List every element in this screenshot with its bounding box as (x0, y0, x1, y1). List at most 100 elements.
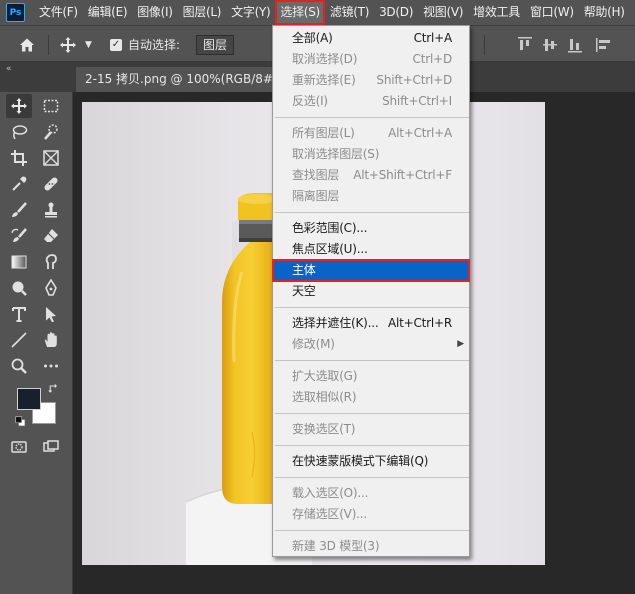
select-menu-item: 查找图层 Alt+Shift+Ctrl+F (273, 165, 469, 186)
clone-stamp-icon[interactable] (38, 198, 64, 222)
menu-item-label: 重新选择(E) (292, 73, 356, 87)
menu-1[interactable]: 编辑(E) (83, 0, 132, 25)
select-menu-item[interactable]: 选择并遮住(K)... Alt+Ctrl+R (273, 313, 469, 334)
menu-5[interactable]: 选择(S) (275, 0, 325, 25)
menu-item-label: 所有图层(L) (292, 126, 355, 140)
align-left-icon[interactable] (596, 26, 612, 63)
menu-item-label: 取消选择(D) (292, 52, 358, 66)
menu-item-label: 反选(I) (292, 94, 328, 108)
foreground-color-swatch[interactable] (17, 388, 41, 410)
select-menu-item[interactable]: 焦点区域(U)... (273, 239, 469, 260)
select-menu-item: 重新选择(E) Shift+Ctrl+D (273, 70, 469, 91)
quick-mask-icon[interactable] (6, 435, 32, 459)
menu-separator (275, 477, 469, 478)
select-menu-item: 隔离图层 (273, 186, 469, 207)
dodge-tool-icon[interactable] (6, 276, 32, 300)
line-tool-icon[interactable] (6, 328, 32, 352)
check-icon: ✓ (110, 38, 122, 51)
menu-item-label: 在快速蒙版模式下编辑(Q) (292, 454, 429, 468)
lasso-tool-icon[interactable] (6, 120, 32, 144)
auto-select-target-dropdown[interactable]: 图层 (196, 34, 235, 55)
screen-mode-icon[interactable] (38, 435, 64, 459)
menu-item-label: 隔离图层 (292, 189, 340, 203)
select-menu-item: 载入选区(O)... (273, 483, 469, 504)
menu-0[interactable]: 文件(F) (34, 0, 83, 25)
menu-item-label: 新建 3D 模型(3) (292, 539, 380, 553)
select-menu-item: 取消选择(D) Ctrl+D (273, 49, 469, 70)
menu-4[interactable]: 文字(Y) (226, 0, 275, 25)
collapse-panel-icon[interactable]: « (6, 64, 12, 74)
menu-item-label: 主体 (292, 263, 316, 277)
menu-separator (275, 307, 469, 308)
select-menu-item: 新建 3D 模型(3) (273, 536, 469, 557)
menu-item-shortcut: Shift+Ctrl+I (382, 94, 452, 108)
menu-9[interactable]: 增效工具 (468, 0, 525, 25)
menu-item-label: 选取相似(R) (292, 390, 357, 404)
path-selection-icon[interactable] (38, 302, 64, 326)
home-icon[interactable] (18, 26, 36, 63)
menu-item-shortcut: Alt+Ctrl+R (387, 316, 452, 330)
document-tab[interactable]: 2-15 拷贝.png @ 100%(RGB/8#) (76, 67, 286, 92)
menu-item-shortcut: Ctrl+D (412, 52, 453, 66)
select-menu-item: 取消选择图层(S) (273, 144, 469, 165)
menu-item-label: 取消选择图层(S) (292, 147, 380, 161)
more-tools-icon[interactable] (38, 354, 64, 378)
menu-3[interactable]: 图层(L) (178, 0, 227, 25)
menu-separator (275, 117, 469, 118)
menu-item-label: 载入选区(O)... (292, 486, 369, 500)
history-brush-icon[interactable] (6, 224, 32, 248)
brush-tool-icon[interactable] (6, 198, 32, 222)
pen-tool-icon[interactable] (38, 276, 64, 300)
select-menu-item: 反选(I) Shift+Ctrl+I (273, 91, 469, 112)
gradient-tool-icon[interactable] (6, 250, 32, 274)
crop-tool-icon[interactable] (6, 146, 32, 170)
menu-11[interactable]: 帮助(H) (579, 0, 630, 25)
auto-select-checkbox[interactable]: ✓ (110, 26, 122, 63)
select-menu-item[interactable]: 主体 (272, 259, 470, 282)
spot-healing-brush-icon[interactable] (38, 172, 64, 196)
menu-item-shortcut: Alt+Shift+Ctrl+F (353, 168, 452, 182)
menu-item-label: 扩大选取(G) (292, 369, 358, 383)
menu-item-shortcut: Alt+Ctrl+A (388, 126, 452, 140)
auto-select-label: 自动选择: (128, 38, 181, 52)
quick-selection-icon[interactable] (38, 120, 64, 144)
smudge-tool-icon[interactable] (38, 250, 64, 274)
frame-tool-icon[interactable] (38, 146, 64, 170)
align-bottom-icon[interactable] (568, 26, 582, 63)
menu-item-label: 色彩范围(C)... (292, 221, 368, 235)
menu-separator (275, 413, 469, 414)
menu-bar: Ps 文件(F) 编辑(E) 图像(I) 图层(L) 文字(Y) 选择(S) 滤镜(T) 3D… (0, 0, 635, 25)
menu-item-label: 存储选区(V)... (292, 507, 368, 521)
move-tool-icon[interactable] (6, 94, 32, 118)
menu-separator (275, 212, 469, 213)
photoshop-logo-icon[interactable]: Ps (6, 3, 25, 22)
move-tool-preset-icon[interactable] (59, 26, 77, 63)
menu-item-shortcut: Ctrl+A (413, 31, 453, 45)
hand-tool-icon[interactable] (38, 328, 64, 352)
select-menu-item: 所有图层(L) Alt+Ctrl+A (273, 123, 469, 144)
menu-item-label: 修改(M) (292, 337, 335, 351)
zoom-tool-icon[interactable] (6, 354, 32, 378)
menu-10[interactable]: 窗口(W) (525, 0, 579, 25)
align-top-icon[interactable] (518, 26, 532, 63)
select-menu-item[interactable]: 色彩范围(C)... (273, 218, 469, 239)
default-colors-icon[interactable] (13, 414, 29, 430)
chevron-down-icon[interactable]: ▼ (85, 26, 92, 63)
menu-7[interactable]: 3D(D) (374, 0, 418, 25)
type-tool-icon[interactable] (6, 302, 32, 326)
select-menu-item[interactable]: 在快速蒙版模式下编辑(Q) (273, 451, 469, 472)
select-menu-item[interactable]: 天空 (273, 281, 469, 302)
menu-8[interactable]: 视图(V) (418, 0, 468, 25)
select-menu-item: 变换选区(T) (273, 419, 469, 440)
eraser-tool-icon[interactable] (38, 224, 64, 248)
swap-colors-icon[interactable] (46, 381, 62, 397)
menu-item-label: 全部(A) (292, 31, 333, 45)
align-vertical-center-icon[interactable] (543, 26, 557, 63)
menu-2[interactable]: 图像(I) (132, 0, 177, 25)
eyedropper-icon[interactable] (6, 172, 32, 196)
select-menu-item[interactable]: 全部(A) Ctrl+A (273, 28, 469, 49)
rectangular-marquee-icon[interactable] (38, 94, 64, 118)
menu-item-label: 查找图层 (292, 168, 340, 182)
submenu-arrow-icon: ▶ (457, 339, 464, 349)
menu-6[interactable]: 滤镜(T) (325, 0, 374, 25)
